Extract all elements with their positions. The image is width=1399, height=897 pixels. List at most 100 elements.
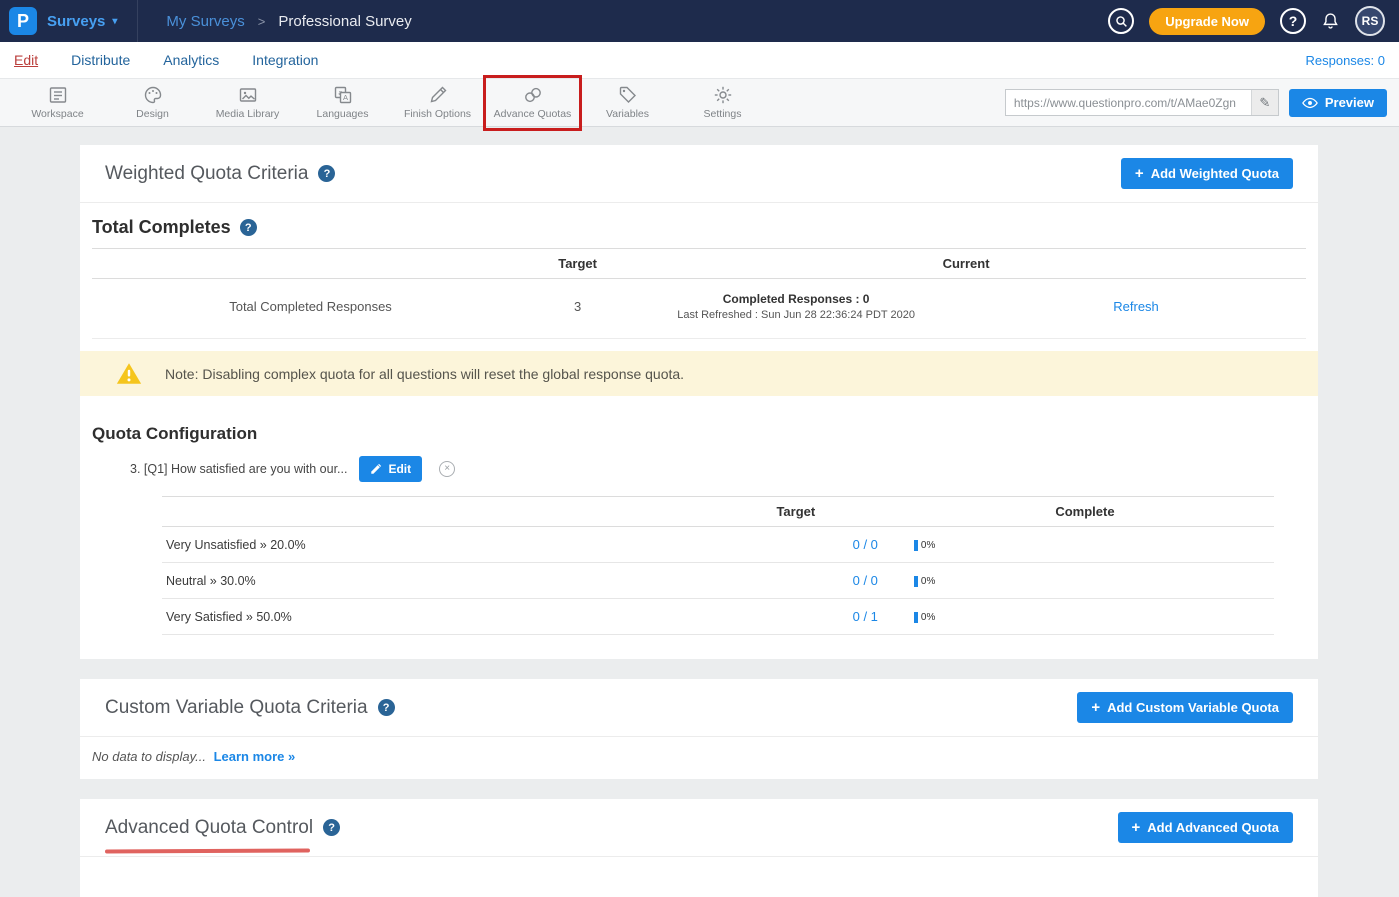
- help-icon[interactable]: ?: [323, 819, 340, 836]
- user-avatar[interactable]: RS: [1355, 6, 1385, 36]
- top-bar: P Surveys ▾ My Surveys > Professional Su…: [0, 0, 1399, 42]
- tab-analytics[interactable]: Analytics: [163, 52, 219, 68]
- progress-bar: [914, 540, 918, 551]
- quota-note-text: Note: Disabling complex quota for all qu…: [165, 366, 684, 382]
- toolbar-item-advance-quotas[interactable]: Advance Quotas: [485, 85, 580, 120]
- questionpro-logo[interactable]: P: [9, 7, 37, 35]
- add-weighted-quota-button[interactable]: + Add Weighted Quota: [1121, 158, 1293, 189]
- toolbar-item-finish-options[interactable]: Finish Options: [390, 85, 485, 120]
- search-icon: [1115, 15, 1128, 28]
- weighted-quota-card: Weighted Quota Criteria ? + Add Weighted…: [80, 145, 1318, 659]
- quota-table-header-row: Target Complete: [162, 497, 1274, 527]
- quota-target-value[interactable]: 0 / 0: [696, 563, 896, 599]
- total-completes-title: Total Completes ?: [92, 217, 1306, 238]
- weighted-quota-header: Weighted Quota Criteria ? + Add Weighted…: [80, 145, 1318, 203]
- custom-variable-quota-card: Custom Variable Quota Criteria ? + Add C…: [80, 679, 1318, 779]
- last-refreshed-text: Last Refreshed : Sun Jun 28 22:36:24 PDT…: [630, 309, 962, 321]
- refresh-link[interactable]: Refresh: [1113, 299, 1159, 314]
- topbar-actions: Upgrade Now ? RS: [1108, 6, 1399, 36]
- notifications-button[interactable]: [1321, 12, 1340, 31]
- advanced-quota-card: Advanced Quota Control ? + Add Advanced …: [80, 799, 1318, 897]
- main-nav: Edit Distribute Analytics Integration Re…: [0, 42, 1399, 78]
- logo-letter: P: [17, 11, 29, 32]
- product-switcher[interactable]: Surveys ▾: [47, 0, 138, 42]
- quota-row-label: Neutral » 30.0%: [162, 563, 696, 599]
- tab-distribute[interactable]: Distribute: [71, 52, 130, 68]
- add-advanced-quota-button[interactable]: + Add Advanced Quota: [1118, 812, 1293, 843]
- quota-target-value[interactable]: 0 / 0: [696, 527, 896, 563]
- quota-row-label: Very Unsatisfied » 20.0%: [162, 527, 696, 563]
- target-value: 3: [529, 279, 626, 339]
- preview-button[interactable]: Preview: [1289, 89, 1387, 117]
- edit-url-button[interactable]: ✎: [1251, 90, 1278, 115]
- survey-url-input[interactable]: [1006, 90, 1251, 115]
- design-icon: [143, 85, 163, 105]
- main-content: Weighted Quota Criteria ? + Add Weighted…: [0, 127, 1399, 897]
- help-icon[interactable]: ?: [378, 699, 395, 716]
- no-data-text: No data to display...: [92, 749, 206, 764]
- edit-pencil-icon: [370, 463, 382, 475]
- help-icon[interactable]: ?: [240, 219, 257, 236]
- workspace-icon: [48, 85, 68, 105]
- help-icon[interactable]: ?: [318, 165, 335, 182]
- quota-table: Target Complete Very Unsatisfied » 20.0%…: [162, 496, 1274, 635]
- avatar-initials: RS: [1362, 14, 1379, 28]
- toolbar-item-design[interactable]: Design: [105, 85, 200, 120]
- learn-more-link[interactable]: Learn more »: [214, 749, 296, 764]
- search-button[interactable]: [1108, 8, 1134, 34]
- custom-variable-quota-header: Custom Variable Quota Criteria ? + Add C…: [80, 679, 1318, 737]
- breadcrumb: My Surveys > Professional Survey: [166, 13, 411, 30]
- target-column-header: Target: [529, 249, 626, 279]
- tab-integration[interactable]: Integration: [252, 52, 318, 68]
- finish-options-icon: [428, 85, 448, 105]
- breadcrumb-separator-icon: >: [258, 14, 266, 29]
- quota-note-banner: Note: Disabling complex quota for all qu…: [80, 351, 1318, 396]
- quota-progress: 0%: [896, 563, 1274, 599]
- add-custom-variable-quota-button[interactable]: + Add Custom Variable Quota: [1077, 692, 1293, 723]
- quota-progress: 0%: [896, 599, 1274, 635]
- responses-count[interactable]: Responses: 0: [1306, 53, 1386, 68]
- toolbar-item-languages[interactable]: aA Languages: [295, 85, 390, 120]
- progress-bar: [914, 576, 918, 587]
- toolbar-item-media-library[interactable]: Media Library: [200, 85, 295, 120]
- edit-toolbar: Workspace Design Media Library aA Langua…: [0, 78, 1399, 127]
- current-status-cell: Completed Responses : 0 Last Refreshed :…: [626, 279, 966, 339]
- help-button[interactable]: ?: [1280, 8, 1306, 34]
- total-completed-responses-label: Total Completed Responses: [92, 279, 529, 339]
- advance-quotas-icon: [523, 85, 543, 105]
- warning-icon: [115, 361, 143, 386]
- question-mark-icon: ?: [1289, 13, 1298, 29]
- custom-variable-quota-title: Custom Variable Quota Criteria ?: [105, 697, 395, 719]
- quota-row: Very Satisfied » 50.0% 0 / 1 0%: [162, 599, 1274, 635]
- total-completes-row: Total Completed Responses 3 Completed Re…: [92, 279, 1306, 339]
- tab-edit[interactable]: Edit: [14, 52, 38, 68]
- chevron-down-icon: ▾: [112, 16, 117, 27]
- toolbar-item-variables[interactable]: Variables: [580, 85, 675, 120]
- settings-icon: [713, 85, 733, 105]
- toolbar-right: ✎ Preview: [1005, 89, 1399, 117]
- edit-quota-button[interactable]: Edit: [359, 456, 422, 482]
- toolbar-item-workspace[interactable]: Workspace: [10, 85, 105, 120]
- quota-row: Very Unsatisfied » 20.0% 0 / 0 0%: [162, 527, 1274, 563]
- quota-row-label: Very Satisfied » 50.0%: [162, 599, 696, 635]
- upgrade-now-button[interactable]: Upgrade Now: [1149, 8, 1265, 35]
- total-completes-header-row: Target Current: [92, 249, 1306, 279]
- total-completes-table: Target Current Total Completed Responses…: [92, 248, 1306, 339]
- quota-row: Neutral » 30.0% 0 / 0 0%: [162, 563, 1274, 599]
- quota-target-value[interactable]: 0 / 1: [696, 599, 896, 635]
- annotation-underline: [105, 848, 310, 853]
- advanced-quota-header: Advanced Quota Control ? + Add Advanced …: [80, 799, 1318, 857]
- languages-icon: aA: [333, 85, 353, 105]
- variables-icon: [618, 85, 638, 105]
- toolbar-item-settings[interactable]: Settings: [675, 85, 770, 120]
- quota-question-label: 3. [Q1] How satisfied are you with our..…: [130, 462, 347, 476]
- close-icon: ×: [444, 464, 450, 474]
- survey-url-box: ✎: [1005, 89, 1279, 116]
- remove-quota-button[interactable]: ×: [439, 461, 455, 477]
- breadcrumb-current-survey: Professional Survey: [278, 13, 411, 30]
- breadcrumb-my-surveys[interactable]: My Surveys: [166, 13, 244, 30]
- pencil-icon: ✎: [1259, 95, 1270, 111]
- no-data-row: No data to display... Learn more »: [80, 737, 1318, 779]
- eye-icon: [1302, 97, 1318, 109]
- plus-icon: +: [1132, 820, 1141, 835]
